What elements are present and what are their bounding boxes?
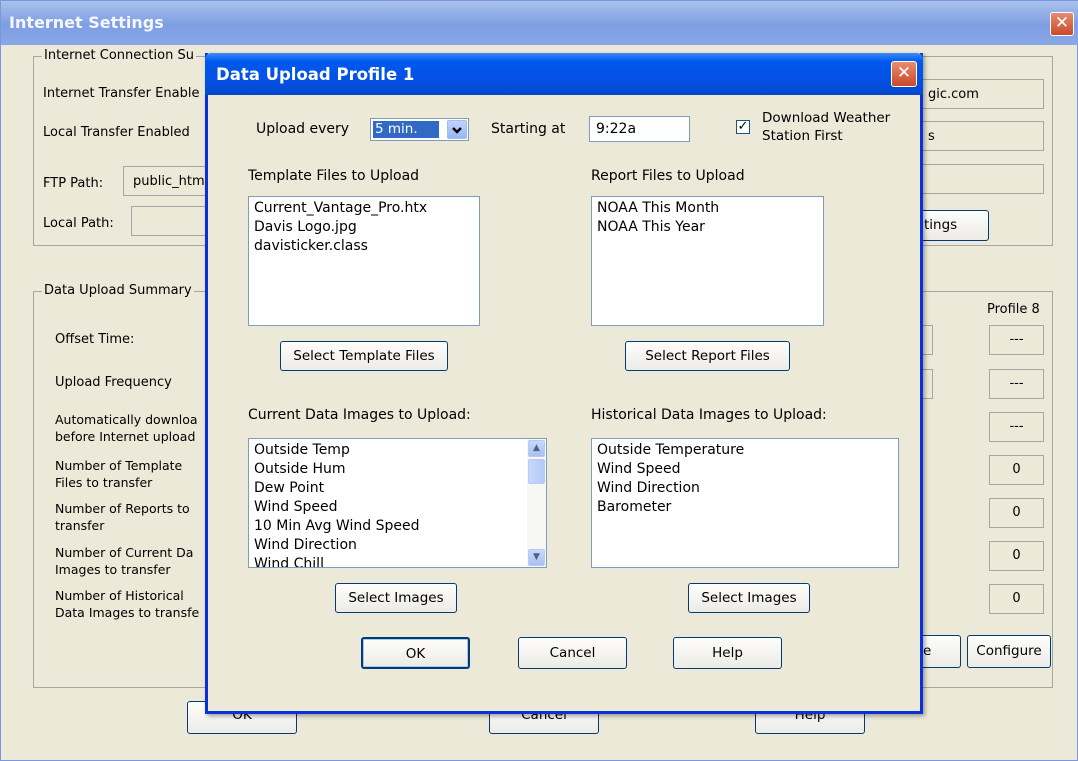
profile8-current-count: 0 (989, 541, 1044, 571)
close-icon: ✕ (1054, 13, 1070, 33)
profile8-header: Profile 8 (987, 302, 1040, 317)
auto-download-label-1: Automatically downloa (55, 412, 198, 427)
template-files-list[interactable]: Current_Vantage_Pro.htx Davis Logo.jpg d… (248, 196, 480, 326)
historical-images-label: Historical Data Images to Upload: (591, 407, 827, 423)
dialog-cancel-button[interactable]: Cancel (518, 637, 627, 669)
auto-download-label-2: before Internet upload (55, 429, 196, 444)
profile8-auto-download: --- (989, 412, 1044, 442)
upload-frequency-label: Upload Frequency (55, 375, 172, 390)
profile8-configure-button[interactable]: Configure (967, 635, 1051, 668)
connection-group-caption: Internet Connection Su (42, 48, 196, 63)
list-item[interactable]: Dew Point (254, 479, 524, 498)
list-item[interactable]: Davis Logo.jpg (254, 218, 474, 237)
internet-settings-title: Internet Settings (9, 13, 164, 32)
list-item[interactable]: Wind Direction (254, 536, 524, 555)
starting-at-input[interactable]: 9:22a (589, 116, 690, 142)
chevron-down-icon (452, 127, 462, 134)
starting-at-label: Starting at (491, 121, 566, 137)
current-images-scrollbar[interactable]: ▲ ▼ (527, 439, 546, 567)
list-item[interactable]: Wind Speed (597, 460, 893, 479)
profile8-offset: --- (989, 325, 1044, 355)
num-reports-label-1: Number of Reports to (55, 501, 190, 516)
checkmark-icon: ✓ (737, 119, 749, 134)
internet-settings-titlebar: Internet Settings ✕ (1, 1, 1078, 45)
scroll-thumb[interactable] (528, 459, 545, 484)
server-field[interactable]: gic.com (919, 79, 1044, 109)
offset-time-label: Offset Time: (55, 332, 135, 347)
profile8-report-count: 0 (989, 498, 1044, 528)
select-current-images-button[interactable]: Select Images (335, 583, 457, 613)
list-item[interactable]: Barometer (597, 498, 893, 517)
list-item[interactable]: Outside Temperature (597, 441, 893, 460)
dialog-close-button[interactable]: ✕ (891, 61, 917, 87)
num-current-label-2: Images to transfer (55, 562, 171, 577)
select-template-files-button[interactable]: Select Template Files (280, 341, 448, 371)
list-item[interactable]: Outside Temp (254, 441, 524, 460)
user-field-value: s (928, 129, 935, 144)
current-images-label: Current Data Images to Upload: (248, 407, 471, 423)
local-path-field[interactable] (131, 206, 213, 236)
upload-interval-value: 5 min. (373, 121, 439, 138)
scroll-down-icon[interactable]: ▼ (528, 549, 545, 566)
historical-images-list[interactable]: Outside Temperature Wind Speed Wind Dire… (591, 438, 899, 568)
num-template-label-2: Files to transfer (55, 475, 153, 490)
select-historical-images-button[interactable]: Select Images (688, 583, 810, 613)
num-template-label-1: Number of Template (55, 458, 183, 473)
password-field[interactable] (919, 164, 1044, 194)
download-first-label-1: Download Weather (762, 110, 891, 126)
internet-settings-close-button[interactable]: ✕ (1050, 12, 1074, 36)
upload-interval-dropdown-button[interactable] (447, 120, 467, 139)
user-field[interactable]: s (919, 121, 1044, 151)
num-current-label-1: Number of Current Da (55, 545, 194, 560)
list-item[interactable]: 10 Min Avg Wind Speed (254, 517, 524, 536)
settings-button[interactable]: tings (919, 210, 989, 241)
profile8-historical-count: 0 (989, 584, 1044, 614)
data-upload-profile-dialog: Data Upload Profile 1 ✕ Upload every 5 m… (205, 53, 923, 714)
dialog-title: Data Upload Profile 1 (216, 65, 415, 84)
list-item[interactable]: Wind Chill (254, 555, 524, 567)
close-icon: ✕ (896, 63, 912, 83)
server-field-value: gic.com (928, 87, 979, 102)
ftp-path-field[interactable]: public_htm (123, 166, 213, 196)
ftp-path-value: public_htm (133, 174, 205, 189)
dialog-titlebar: Data Upload Profile 1 ✕ (205, 53, 923, 95)
list-item[interactable]: Outside Hum (254, 460, 524, 479)
upload-every-label: Upload every (256, 121, 350, 137)
download-first-checkbox[interactable]: ✓ (736, 120, 750, 134)
dialog-help-button[interactable]: Help (673, 637, 782, 669)
download-first-label-2: Station First (762, 128, 843, 144)
list-item[interactable]: Wind Direction (597, 479, 893, 498)
dialog-ok-button[interactable]: OK (361, 637, 470, 669)
profile8-template-count: 0 (989, 455, 1044, 485)
num-hist-label-2: Data Images to transfe (55, 605, 200, 620)
num-hist-label-1: Number of Historical (55, 588, 184, 603)
local-transfer-label: Local Transfer Enabled (43, 125, 190, 140)
local-path-label: Local Path: (43, 216, 114, 231)
list-item[interactable]: NOAA This Month (597, 199, 818, 218)
scroll-up-icon[interactable]: ▲ (528, 440, 545, 457)
report-files-list[interactable]: NOAA This Month NOAA This Year (591, 196, 824, 326)
profile8-frequency: --- (989, 369, 1044, 399)
upload-interval-combo[interactable]: 5 min. (370, 118, 469, 141)
select-report-files-button[interactable]: Select Report Files (625, 341, 790, 371)
profile7-configure-button[interactable]: e (919, 635, 961, 668)
internet-transfer-label: Internet Transfer Enable (43, 86, 200, 101)
report-files-label: Report Files to Upload (591, 168, 745, 184)
current-images-list[interactable]: Outside Temp Outside Hum Dew Point Wind … (248, 438, 547, 568)
list-item[interactable]: Current_Vantage_Pro.htx (254, 199, 474, 218)
summary-group-caption: Data Upload Summary (42, 283, 194, 298)
num-reports-label-2: transfer (55, 518, 105, 533)
list-item[interactable]: NOAA This Year (597, 218, 818, 237)
template-files-label: Template Files to Upload (248, 168, 420, 184)
list-item[interactable]: davisticker.class (254, 237, 474, 256)
ftp-path-label: FTP Path: (43, 176, 104, 191)
list-item[interactable]: Wind Speed (254, 498, 524, 517)
